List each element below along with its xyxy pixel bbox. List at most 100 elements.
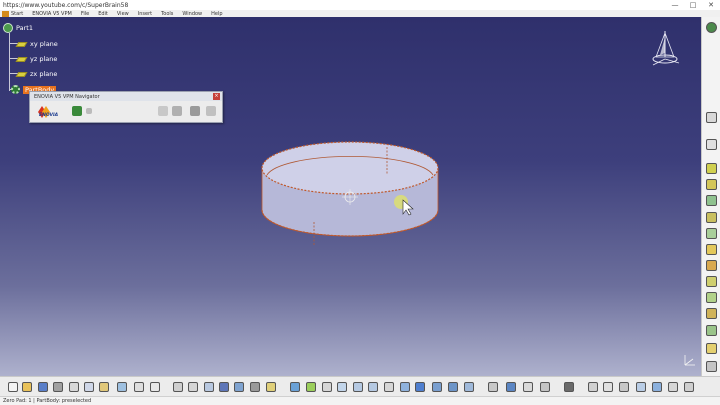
camera-icon[interactable] xyxy=(564,382,574,392)
menu-edit[interactable]: Edit xyxy=(98,11,108,17)
whats-this-icon[interactable] xyxy=(150,382,160,392)
pattern-icon[interactable] xyxy=(706,361,717,372)
snapshot-icon[interactable] xyxy=(652,382,662,392)
close-window-button[interactable]: ✕ xyxy=(702,1,720,9)
navigator-tool-icon[interactable] xyxy=(206,106,216,116)
compass-icon[interactable] xyxy=(648,27,682,69)
hole-icon[interactable] xyxy=(706,228,717,239)
tools-icon[interactable] xyxy=(588,382,598,392)
menu-start[interactable]: Start xyxy=(11,11,23,17)
menu-help[interactable]: Help xyxy=(211,11,222,17)
rotate-icon[interactable] xyxy=(337,382,347,392)
minimize-button[interactable]: — xyxy=(666,1,684,9)
tree-item-label: zx plane xyxy=(30,70,58,78)
compass-tool-icon[interactable] xyxy=(619,382,629,392)
iso-view-icon[interactable] xyxy=(415,382,425,392)
zoom-out-icon[interactable] xyxy=(368,382,378,392)
swap-space-icon[interactable] xyxy=(464,382,474,392)
navigator-tree-icon[interactable] xyxy=(72,106,82,116)
tree-item-part1[interactable]: Part1 xyxy=(3,23,33,33)
fit-all-icon[interactable] xyxy=(306,382,316,392)
plane-icon xyxy=(15,71,28,77)
shell-icon[interactable] xyxy=(706,325,717,336)
analysis-icon[interactable] xyxy=(234,382,244,392)
measure-icon[interactable] xyxy=(219,382,229,392)
formula-icon[interactable] xyxy=(173,382,183,392)
rib-icon[interactable] xyxy=(706,244,717,255)
mirror-icon[interactable] xyxy=(706,343,717,354)
axis-system-icon[interactable] xyxy=(636,382,646,392)
shading-icon[interactable] xyxy=(432,382,442,392)
menu-view[interactable]: View xyxy=(117,11,129,17)
enovia-navigator-toolbar[interactable]: ENOVIA V5 VPM Navigator × ENOVIA xyxy=(29,91,223,123)
edit-icon[interactable] xyxy=(706,139,717,150)
menu-window[interactable]: Window xyxy=(182,11,202,17)
navigator-tool-icon[interactable] xyxy=(172,106,182,116)
tree-item-label: xy plane xyxy=(30,40,58,48)
chamfer-icon[interactable] xyxy=(706,292,717,303)
pad-icon[interactable] xyxy=(706,163,717,174)
undo-icon[interactable] xyxy=(117,382,127,392)
save-icon[interactable] xyxy=(38,382,48,392)
more-tools-icon[interactable] xyxy=(684,382,694,392)
hide-show-icon[interactable] xyxy=(448,382,458,392)
settings-icon[interactable] xyxy=(603,382,613,392)
3d-viewport[interactable]: Part1 xy plane yz plane zx plane PartBod… xyxy=(0,17,701,376)
enovia-logo: ENOVIA xyxy=(36,104,62,120)
inertia-icon[interactable] xyxy=(250,382,260,392)
gear-icon xyxy=(11,85,20,94)
draft-icon[interactable] xyxy=(706,308,717,319)
open-icon[interactable] xyxy=(22,382,32,392)
cut-icon[interactable] xyxy=(69,382,79,392)
slot-icon[interactable] xyxy=(706,260,717,271)
lock-icon[interactable] xyxy=(523,382,533,392)
multi-view-icon[interactable] xyxy=(400,382,410,392)
grid-icon[interactable] xyxy=(668,382,678,392)
paste-icon[interactable] xyxy=(99,382,109,392)
display-icon[interactable] xyxy=(506,382,516,392)
tree-item-zx-plane[interactable]: zx plane xyxy=(15,70,58,78)
plane-icon xyxy=(15,56,28,62)
menu-bar: Start ENOVIA V5 VPM File Edit View Inser… xyxy=(0,10,720,17)
mouse-pointer-icon xyxy=(394,195,414,216)
menu-enovia[interactable]: ENOVIA V5 VPM xyxy=(32,11,72,17)
status-bar: Zero Pad: 1 | PartBody: preselected xyxy=(0,396,720,405)
tree-item-label: Part1 xyxy=(16,24,33,32)
status-text: Zero Pad: 1 | PartBody: preselected xyxy=(3,398,92,404)
comment-icon[interactable] xyxy=(188,382,198,392)
axis-indicator-icon xyxy=(684,355,695,366)
maximize-button[interactable]: □ xyxy=(684,1,702,9)
sheet-icon[interactable] xyxy=(204,382,214,392)
tree-item-yz-plane[interactable]: yz plane xyxy=(15,55,58,63)
copy-icon[interactable] xyxy=(84,382,94,392)
window-titlebar: https://www.youtube.com/c/SuperBrain58 —… xyxy=(0,0,720,10)
catalog-icon[interactable] xyxy=(266,382,276,392)
print-icon[interactable] xyxy=(53,382,63,392)
navigator-tool-icon[interactable] xyxy=(158,106,168,116)
navigator-tool-icon[interactable] xyxy=(190,106,200,116)
plane-icon xyxy=(15,41,28,47)
normal-view-icon[interactable] xyxy=(384,382,394,392)
tree-item-xy-plane[interactable]: xy plane xyxy=(15,40,58,48)
pad-cylinder[interactable] xyxy=(250,125,450,245)
close-icon[interactable]: × xyxy=(213,93,220,100)
menu-insert[interactable]: Insert xyxy=(138,11,152,17)
navigator-option-icon[interactable] xyxy=(86,108,92,114)
fillet-icon[interactable] xyxy=(706,276,717,287)
menu-file[interactable]: File xyxy=(81,11,89,17)
filter-icon[interactable] xyxy=(540,382,550,392)
fly-mode-icon[interactable] xyxy=(290,382,300,392)
pocket-icon[interactable] xyxy=(706,179,717,190)
menu-tools[interactable]: Tools xyxy=(161,11,173,17)
redo-icon[interactable] xyxy=(134,382,144,392)
navigator-title: ENOVIA V5 VPM Navigator xyxy=(30,92,222,101)
pan-icon[interactable] xyxy=(322,382,332,392)
workbench-icon[interactable] xyxy=(706,22,717,33)
groove-icon[interactable] xyxy=(706,212,717,223)
render-style-icon[interactable] xyxy=(488,382,498,392)
shaft-icon[interactable] xyxy=(706,195,717,206)
sketch-icon[interactable] xyxy=(706,112,717,123)
zoom-in-icon[interactable] xyxy=(353,382,363,392)
tree-item-label: yz plane xyxy=(30,55,58,63)
new-icon[interactable] xyxy=(8,382,18,392)
